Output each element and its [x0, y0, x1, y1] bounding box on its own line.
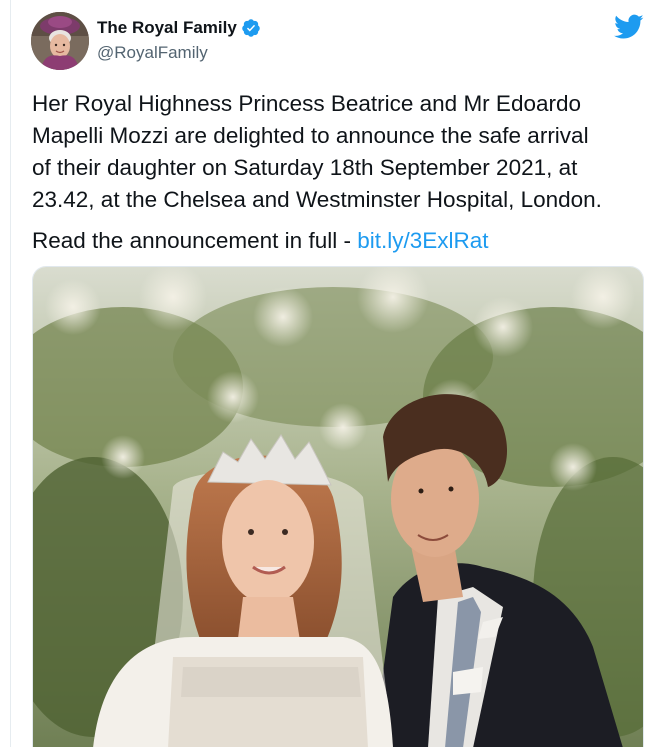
wedding-photo — [33, 267, 643, 747]
avatar-image — [31, 12, 89, 70]
author-row[interactable]: The Royal Family — [97, 18, 261, 38]
divider — [10, 0, 11, 747]
avatar[interactable] — [31, 12, 89, 70]
verified-badge-icon — [241, 18, 261, 38]
handle[interactable]: @RoyalFamily — [97, 43, 208, 63]
display-name[interactable]: The Royal Family — [97, 18, 237, 38]
tweet-photo[interactable] — [32, 266, 644, 747]
read-prefix: Read the announcement in full - — [32, 228, 358, 253]
read-announcement-line: Read the announcement in full - bit.ly/3… — [32, 225, 489, 257]
twitter-bird-icon[interactable] — [614, 14, 644, 40]
announcement-link[interactable]: bit.ly/3ExlRat — [357, 228, 488, 253]
tweet-card: The Royal Family @RoyalFamily Her Royal … — [0, 0, 652, 747]
tweet-text: Her Royal Highness Princess Beatrice and… — [32, 91, 602, 212]
